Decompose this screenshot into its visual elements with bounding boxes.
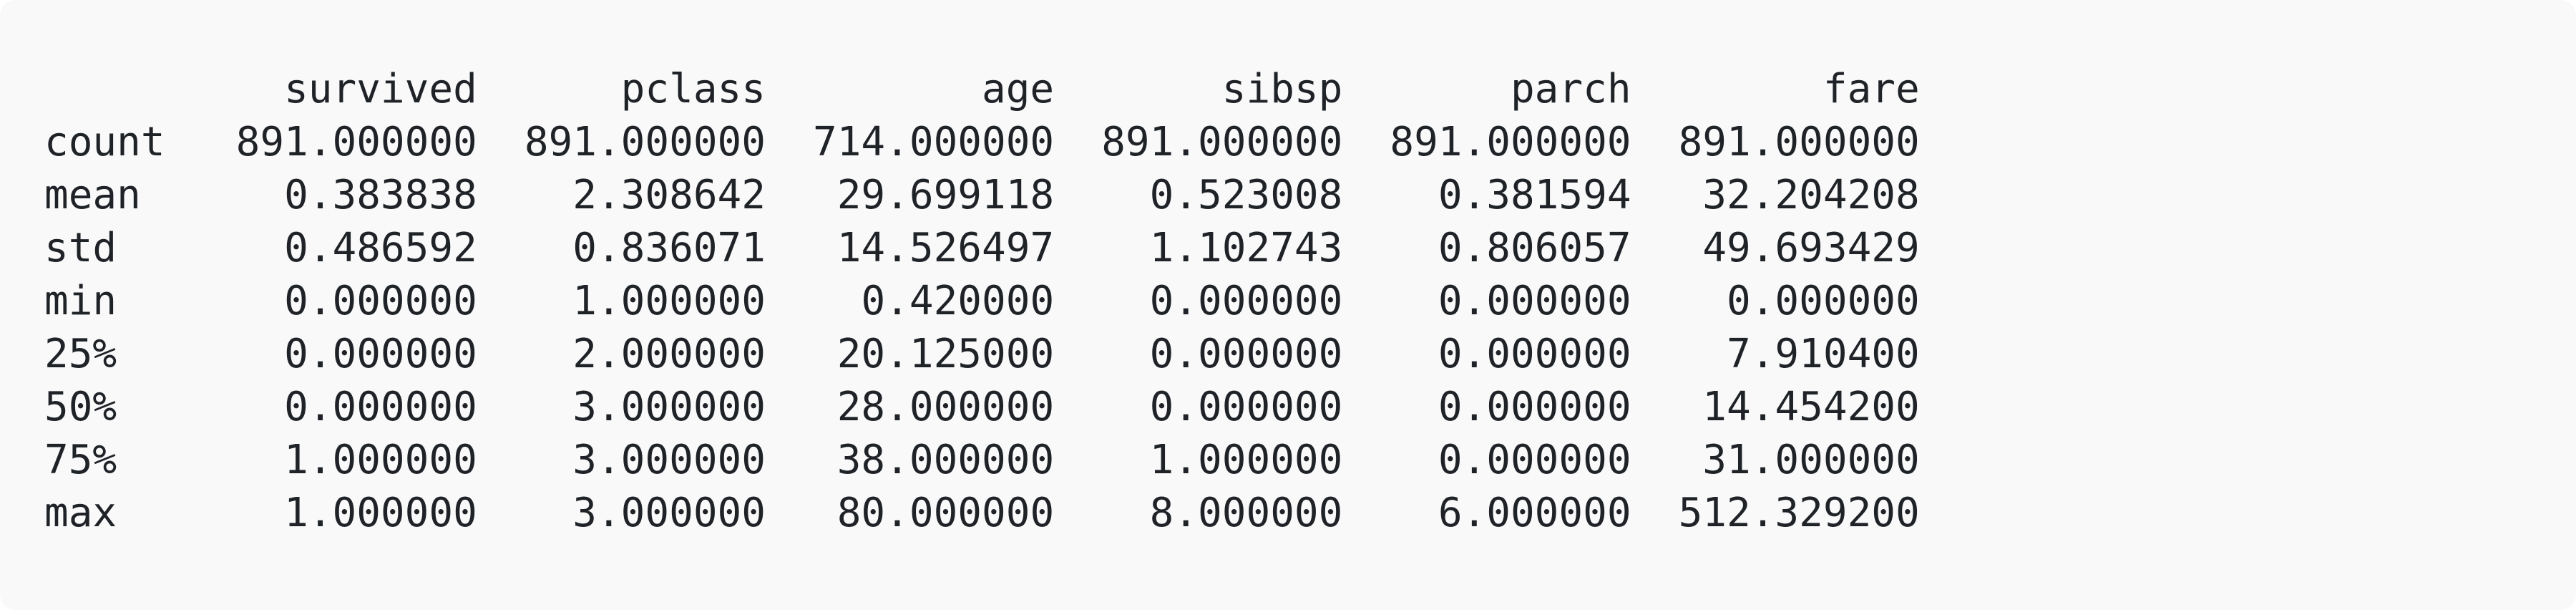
table-cell-survived: 1.000000 (284, 490, 477, 536)
table-row: 25% 0.000000 2.000000 20.125000 0.000000 0.00… (44, 328, 1920, 381)
table-cell-survived: 0.486592 (284, 225, 477, 271)
table-cell-fare: 14.454200 (1702, 384, 1920, 430)
row-index-label: 75% (44, 437, 117, 483)
table-cell-age: 80.000000 (836, 490, 1055, 536)
table-cell-pclass: 3.000000 (572, 437, 766, 483)
table-cell-pclass: 3.000000 (572, 490, 766, 536)
table-cell-pclass: 2.000000 (572, 331, 766, 377)
table-cell-parch: 0.806057 (1438, 225, 1631, 271)
table-cell-sibsp: 8.000000 (1149, 490, 1343, 536)
row-index-label: max (44, 490, 117, 536)
table-cell-parch: 0.000000 (1438, 384, 1631, 430)
table-row: max 1.000000 3.000000 80.000000 8.000000 6.00… (44, 487, 1920, 540)
table-cell-fare: 512.329200 (1678, 490, 1920, 536)
table-body: count 891.000000 891.000000 714.000000 891.0… (44, 116, 1920, 540)
table-cell-pclass: 1.000000 (572, 278, 766, 324)
row-index-label: 25% (44, 331, 117, 377)
table-cell-age: 38.000000 (836, 437, 1055, 483)
table-cell-sibsp: 1.102743 (1149, 225, 1343, 271)
table-cell-age: 14.526497 (836, 225, 1055, 271)
table-cell-fare: 0.000000 (1727, 278, 1920, 324)
table-cell-parch: 6.000000 (1438, 490, 1631, 536)
table-cell-survived: 0.383838 (284, 172, 477, 218)
table-cell-age: 714.000000 (813, 119, 1055, 165)
table-cell-survived: 0.000000 (284, 384, 477, 430)
table-cell-survived: 0.000000 (284, 278, 477, 324)
table-cell-pclass: 891.000000 (524, 119, 766, 165)
table-cell-fare: 32.204208 (1702, 172, 1920, 218)
table-cell-sibsp: 1.000000 (1149, 437, 1343, 483)
table-cell-age: 28.000000 (836, 384, 1055, 430)
row-index-label: mean (44, 172, 141, 218)
table-cell-sibsp: 0.000000 (1149, 331, 1343, 377)
table-row: 50% 0.000000 3.000000 28.000000 0.000000 0.00… (44, 381, 1920, 434)
table-cell-sibsp: 891.000000 (1101, 119, 1343, 165)
table-row: count 891.000000 891.000000 714.000000 891.0… (44, 116, 1920, 169)
table-cell-pclass: 0.836071 (572, 225, 766, 271)
table-cell-parch: 0.000000 (1438, 278, 1631, 324)
column-header-pclass: pclass (620, 66, 766, 112)
row-index-label: min (44, 278, 117, 324)
table-cell-age: 29.699118 (836, 172, 1055, 218)
row-index-label: 50% (44, 384, 117, 430)
table-cell-fare: 7.910400 (1727, 331, 1920, 377)
table-cell-age: 0.420000 (861, 278, 1055, 324)
table-cell-parch: 0.381594 (1438, 172, 1631, 218)
column-header-age: age (982, 66, 1055, 112)
column-header-fare: fare (1823, 66, 1920, 112)
table-cell-fare: 49.693429 (1702, 225, 1920, 271)
table-cell-fare: 31.000000 (1702, 437, 1920, 483)
table-row: min 0.000000 1.000000 0.420000 0.000000 0.000… (44, 275, 1920, 328)
table-cell-pclass: 3.000000 (572, 384, 766, 430)
table-cell-parch: 891.000000 (1390, 119, 1631, 165)
header-row: survived pclass age sibsp parch fare (44, 63, 1920, 116)
table-cell-survived: 1.000000 (284, 437, 477, 483)
table-row: mean 0.383838 2.308642 29.699118 0.523008 0.3… (44, 169, 1920, 222)
table-cell-survived: 0.000000 (284, 331, 477, 377)
table-cell-fare: 891.000000 (1678, 119, 1920, 165)
table-cell-sibsp: 0.000000 (1149, 278, 1343, 324)
row-index-label: std (44, 225, 117, 271)
table-cell-pclass: 2.308642 (572, 172, 766, 218)
column-header-sibsp: sibsp (1221, 66, 1343, 112)
table-row: std 0.486592 0.836071 14.526497 1.102743 0.80… (44, 222, 1920, 275)
table-cell-age: 20.125000 (836, 331, 1055, 377)
table-cell-parch: 0.000000 (1438, 437, 1631, 483)
row-index-label: count (44, 119, 165, 165)
dataframe-describe-output: survived pclass age sibsp parch fare count 891.… (44, 63, 1920, 540)
table-cell-sibsp: 0.523008 (1149, 172, 1343, 218)
table-cell-sibsp: 0.000000 (1149, 384, 1343, 430)
table-cell-parch: 0.000000 (1438, 331, 1631, 377)
cell-output-panel: survived pclass age sibsp parch fare count 891.… (0, 0, 2576, 610)
table-row: 75% 1.000000 3.000000 38.000000 1.000000 0.00… (44, 434, 1920, 487)
column-header-survived: survived (284, 66, 477, 112)
column-header-parch: parch (1510, 66, 1631, 112)
table-cell-survived: 891.000000 (235, 119, 477, 165)
